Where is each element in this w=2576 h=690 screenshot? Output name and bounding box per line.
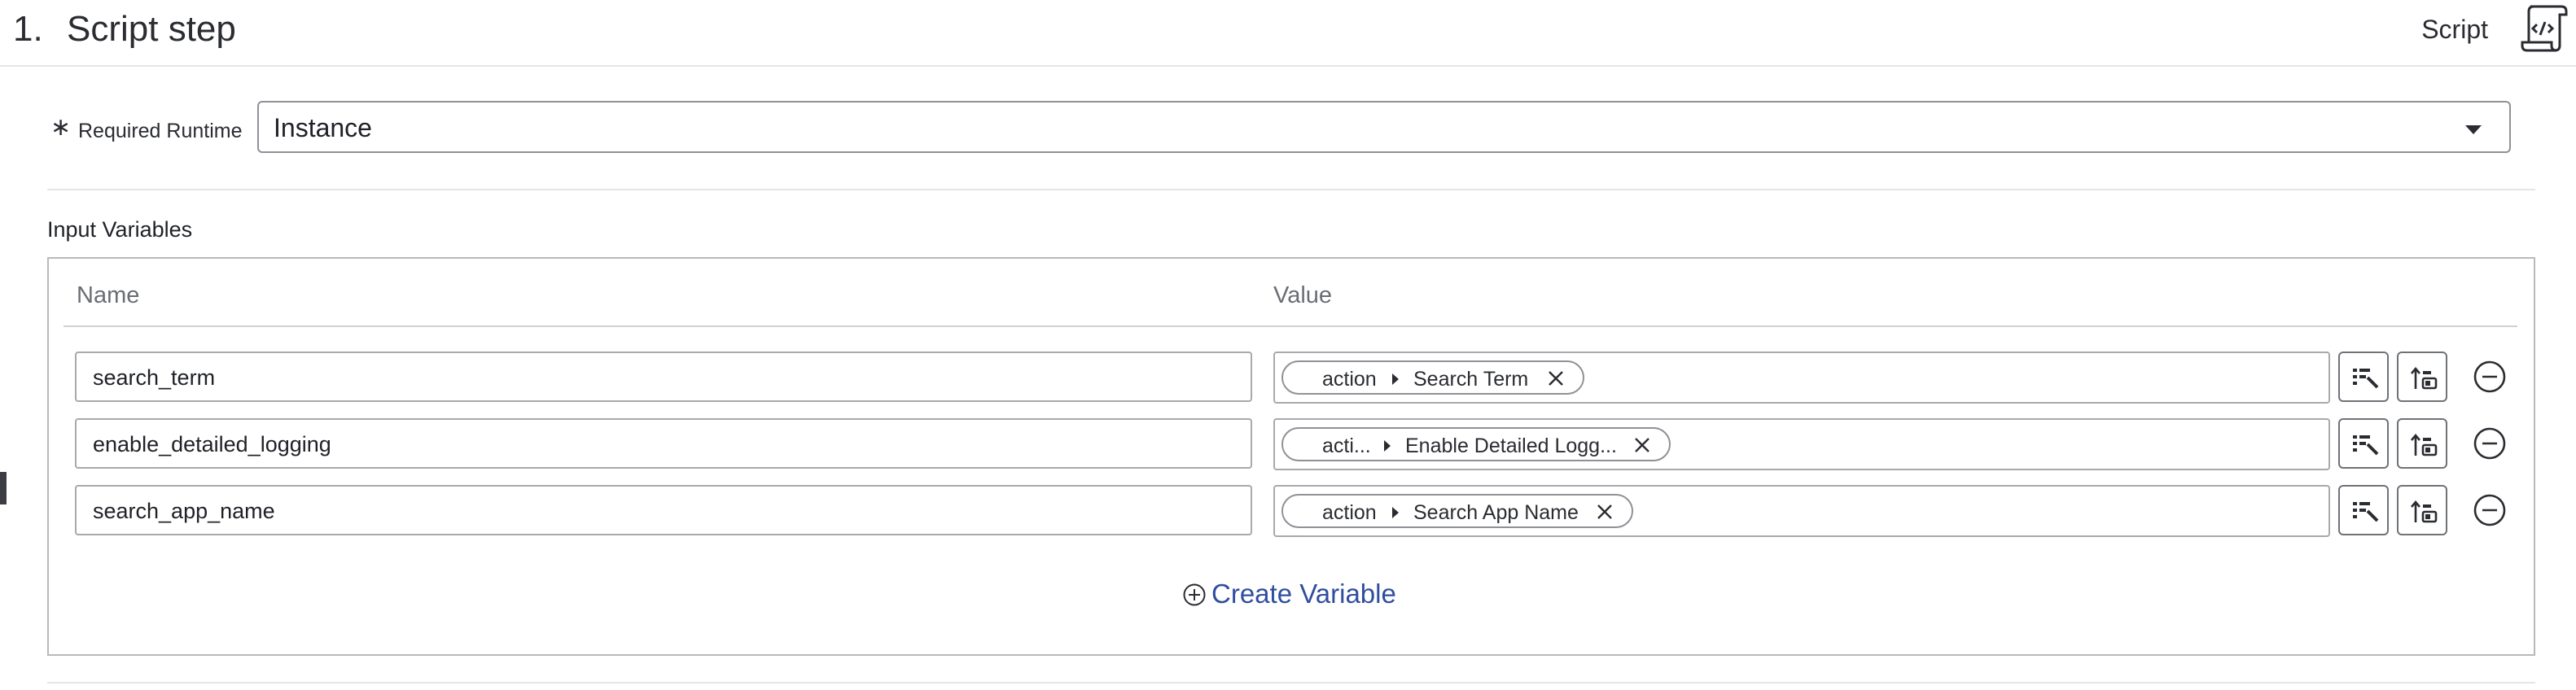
close-icon[interactable] bbox=[1596, 503, 1614, 521]
script-scroll-icon bbox=[2521, 5, 2568, 52]
script-input-button[interactable] bbox=[2397, 418, 2447, 469]
required-runtime-label: Required Runtime bbox=[78, 120, 243, 142]
upload-variable-icon bbox=[2411, 433, 2438, 456]
data-pill[interactable]: action Search App Name bbox=[1281, 494, 1633, 528]
remove-row-icon[interactable] bbox=[2472, 492, 2508, 528]
data-pill-picker-icon bbox=[2353, 502, 2379, 522]
step-header: 1. Script step Script bbox=[0, 0, 2576, 67]
pill-label: Search App Name bbox=[1413, 501, 1579, 524]
caret-down-icon[interactable] bbox=[2465, 125, 2482, 134]
variable-name-input[interactable]: search_app_name bbox=[75, 485, 1252, 535]
caret-right-icon bbox=[1392, 507, 1399, 518]
upload-variable-icon bbox=[2411, 366, 2438, 390]
data-picker-button[interactable] bbox=[2338, 418, 2389, 469]
step-title[interactable]: Script step bbox=[67, 10, 236, 49]
column-header-name: Name bbox=[77, 282, 140, 308]
pill-label: Enable Detailed Logg... bbox=[1405, 435, 1617, 457]
required-runtime-select[interactable]: Instance bbox=[257, 101, 2511, 153]
data-picker-button[interactable] bbox=[2338, 485, 2389, 535]
variable-name-input[interactable]: search_term bbox=[75, 352, 1252, 402]
data-pill-picker-icon bbox=[2353, 369, 2379, 389]
variable-row: enable_detailed_logging acti... Enable D… bbox=[0, 418, 2576, 470]
header-divider bbox=[64, 325, 2517, 327]
upload-variable-icon bbox=[2411, 500, 2438, 523]
variable-name-value: search_term bbox=[93, 365, 216, 390]
caret-right-icon bbox=[1384, 440, 1391, 452]
bottom-divider bbox=[47, 682, 2535, 683]
caret-right-icon bbox=[1392, 373, 1399, 385]
close-icon[interactable] bbox=[1633, 436, 1651, 454]
step-type-label: Script bbox=[2421, 15, 2488, 44]
section-divider bbox=[47, 189, 2535, 190]
pill-label: Search Term bbox=[1413, 368, 1529, 391]
step-number: 1. bbox=[13, 9, 43, 49]
data-pill[interactable]: acti... Enable Detailed Logg... bbox=[1281, 427, 1671, 461]
pill-source: action bbox=[1322, 501, 1377, 524]
script-input-button[interactable] bbox=[2397, 485, 2447, 535]
pill-source: action bbox=[1322, 368, 1377, 391]
remove-row-icon[interactable] bbox=[2472, 359, 2508, 395]
variable-value-field[interactable]: action Search App Name bbox=[1273, 485, 2330, 537]
input-variables-title: Input Variables bbox=[47, 217, 193, 242]
data-pill[interactable]: action Search Term bbox=[1281, 360, 1584, 395]
variable-name-value: search_app_name bbox=[93, 499, 275, 523]
column-header-value: Value bbox=[1273, 282, 1333, 308]
variable-value-field[interactable]: acti... Enable Detailed Logg... bbox=[1273, 418, 2330, 470]
data-picker-button[interactable] bbox=[2338, 352, 2389, 402]
pill-source: acti... bbox=[1322, 435, 1371, 457]
variable-row: search_app_name action Search App Name bbox=[0, 485, 2576, 537]
variable-value-field[interactable]: action Search Term bbox=[1273, 352, 2330, 404]
variable-name-value: enable_detailed_logging bbox=[93, 432, 331, 456]
runtime-selected-value: Instance bbox=[274, 113, 372, 142]
script-input-button[interactable] bbox=[2397, 352, 2447, 402]
required-asterisk: ∗ bbox=[50, 114, 72, 141]
plus-circle-icon bbox=[1183, 583, 1206, 606]
variable-row: search_term action Search Term bbox=[0, 352, 2576, 404]
variable-name-input[interactable]: enable_detailed_logging bbox=[75, 418, 1252, 469]
remove-row-icon[interactable] bbox=[2472, 426, 2508, 461]
data-pill-picker-icon bbox=[2353, 435, 2379, 456]
create-variable-label: Create Variable bbox=[1211, 579, 1396, 609]
close-icon[interactable] bbox=[1547, 369, 1565, 387]
